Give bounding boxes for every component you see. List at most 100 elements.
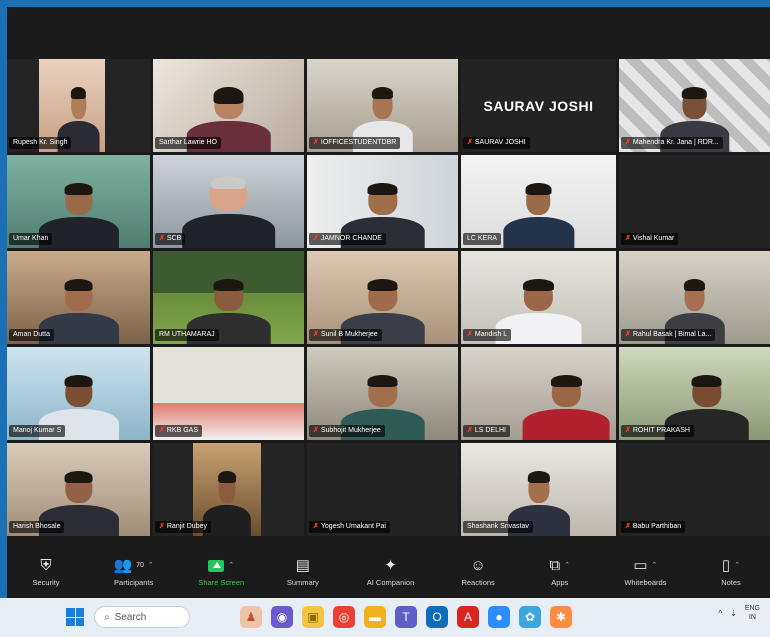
participant-name-tag: ✗ Yogesh Umakant Pai — [309, 521, 390, 533]
video-tile[interactable]: Aman Dutta — [7, 251, 150, 344]
file-explorer-icon[interactable]: ▣ — [302, 606, 324, 628]
participant-name: Sarthar Lawrie HO — [159, 139, 217, 146]
chevron-up-icon[interactable]: ⌃ — [564, 558, 570, 574]
participant-name: Sunil B Mukherjee — [320, 331, 378, 338]
video-tile[interactable]: RM UTHAMARAJ — [153, 251, 304, 344]
participants-count: 70 — [136, 562, 144, 569]
whiteboards-label: Whiteboards — [624, 578, 667, 587]
video-tile[interactable]: Shashank Srivastav — [461, 443, 616, 536]
participant-name-tag: ✗ SAURAV JOSHI — [463, 137, 530, 149]
ai-companion-button[interactable]: ✦ AI Companion — [350, 547, 432, 598]
participant-name: SCB — [166, 235, 182, 242]
share-screen-label: Share Screen — [198, 578, 245, 587]
participant-name: Harish Bhosale — [13, 523, 61, 530]
video-tile[interactable]: Manoj Kumar S — [7, 347, 150, 440]
video-tile[interactable]: ✗ JAMNOR CHANDE — [307, 155, 458, 248]
muted-mic-icon: ✗ — [313, 331, 319, 338]
video-tile[interactable]: ✗ Vishal Kumar — [619, 155, 770, 248]
summary-button[interactable]: ▤ Summary — [268, 547, 338, 598]
taskbar-pinned-apps: ♟ ◉ ▣ ◎ ▬ T O A ● ✿ ✱ — [240, 606, 572, 628]
participant-name: Mahendra Kr. Jana | RDR... — [632, 139, 719, 146]
share-screen-button[interactable]: ⌃ Share Screen — [186, 547, 256, 598]
video-tile[interactable]: ✗ RKB GAS — [153, 347, 304, 440]
participant-name-tag: Aman Dutta — [9, 329, 54, 341]
chevron-up-icon[interactable]: ^ — [718, 609, 722, 618]
participants-label: Participants — [114, 578, 154, 587]
video-tile[interactable]: ✗ Subhojit Mukherjee — [307, 347, 458, 440]
participant-name-tag: ✗ Rahul Basak | Bimal La... — [621, 329, 716, 341]
participant-name: Umar Khan — [13, 235, 49, 242]
language-code: ENG — [744, 605, 760, 612]
video-tile[interactable]: SAURAV JOSHI ✗ SAURAV JOSHI — [461, 59, 616, 152]
notes-button[interactable]: ▯ ⌃ Notes — [696, 547, 766, 598]
video-tile[interactable]: Sarthar Lawrie HO — [153, 59, 304, 152]
video-tile[interactable]: ✗ Babu Parthiban — [619, 443, 770, 536]
participant-name-tag: Rupesh Kr. Singh — [9, 137, 72, 149]
participant-name: RM UTHAMARAJ — [159, 331, 215, 338]
people-icon[interactable]: ♟ — [240, 606, 262, 628]
participant-video — [522, 373, 610, 440]
participant-name: LS DELHI — [474, 427, 506, 434]
participants-button[interactable]: 👥 70 ⌃ Participants — [93, 547, 175, 598]
muted-mic-icon: ✗ — [313, 427, 319, 434]
video-tile[interactable]: ✗ IOFFICESTUDENTDBR — [307, 59, 458, 152]
video-tile[interactable]: Harish Bhosale — [7, 443, 150, 536]
video-tile[interactable]: Umar Khan — [7, 155, 150, 248]
participant-name: JAMNOR CHANDE — [320, 235, 382, 242]
acrobat-icon[interactable]: A — [457, 606, 479, 628]
zoom-icon[interactable]: ● — [488, 606, 510, 628]
photos-icon[interactable]: ✿ — [519, 606, 541, 628]
folder-icon[interactable]: ▬ — [364, 606, 386, 628]
muted-mic-icon: ✗ — [625, 427, 631, 434]
outlook-icon[interactable]: O — [426, 606, 448, 628]
whiteboards-button[interactable]: ▭ ⌃ Whiteboards — [606, 547, 684, 598]
video-tile[interactable]: ✗ Mahendra Kr. Jana | RDR... — [619, 59, 770, 152]
participant-name: ROHIT PRAKASH — [632, 427, 690, 434]
apps-button[interactable]: ⧉ ⌃ Apps — [525, 547, 595, 598]
chevron-up-icon[interactable]: ⌃ — [228, 558, 234, 574]
teams-icon[interactable]: T — [395, 606, 417, 628]
participant-name-tag: ✗ Mahendra Kr. Jana | RDR... — [621, 137, 723, 149]
chevron-up-icon[interactable]: ⌃ — [148, 558, 154, 574]
video-tile[interactable]: ✗ LS DELHI — [461, 347, 616, 440]
language-indicator[interactable]: ENG IN — [745, 604, 760, 622]
security-button[interactable]: ⛨ Security — [11, 547, 81, 598]
video-tile[interactable]: ✗ Yogesh Umakant Pai — [307, 443, 458, 536]
video-tile-active-speaker[interactable]: LC KERA — [461, 155, 616, 248]
app-icon[interactable]: ✱ — [550, 606, 572, 628]
network-icon[interactable]: ⇣ — [730, 609, 737, 618]
video-tile[interactable]: ✗ Ranjit Dubey — [153, 443, 304, 536]
apps-label: Apps — [551, 578, 569, 587]
chat-icon[interactable]: ◉ — [271, 606, 293, 628]
notes-label: Notes — [721, 578, 741, 587]
muted-mic-icon: ✗ — [625, 331, 631, 338]
participant-name: Rupesh Kr. Singh — [13, 139, 68, 146]
taskbar-search[interactable]: ⌕ Search — [94, 606, 190, 628]
summary-icon: ▤ — [295, 557, 310, 574]
participant-name: Vishal Kumar — [632, 235, 675, 242]
participant-name-tag: ✗ JAMNOR CHANDE — [309, 233, 386, 245]
participant-name: Babu Parthiban — [632, 523, 682, 530]
participant-name: Rahul Basak | Bimal La... — [632, 331, 712, 338]
video-tile[interactable]: ✗ Sunil B Mukherjee — [307, 251, 458, 344]
windows-start-icon[interactable] — [66, 608, 84, 626]
video-tile[interactable]: ✗ ROHIT PRAKASH — [619, 347, 770, 440]
windows-taskbar: ⌕ Search ♟ ◉ ▣ ◎ ▬ T O A ● ✿ ✱ ^ ⇣ ENG I… — [0, 598, 770, 637]
video-tile[interactable]: ✗ Mandish L — [461, 251, 616, 344]
reactions-label: Reactions — [461, 578, 495, 587]
muted-mic-icon: ✗ — [159, 523, 165, 530]
notes-icon: ▯ — [721, 557, 731, 574]
video-tile[interactable]: ✗ Rahul Basak | Bimal La... — [619, 251, 770, 344]
search-placeholder: Search — [114, 611, 147, 623]
chevron-up-icon[interactable]: ⌃ — [652, 558, 658, 574]
zoom-meeting-window: Rupesh Kr. Singh Sarthar Lawrie HO ✗ IOFF… — [7, 7, 770, 598]
chrome-icon[interactable]: ◎ — [333, 606, 355, 628]
participant-name-tag: Shashank Srivastav — [463, 521, 533, 533]
video-tile[interactable]: ✗ SCB — [153, 155, 304, 248]
muted-mic-icon: ✗ — [467, 331, 473, 338]
participant-name-tag: ✗ LS DELHI — [463, 425, 510, 437]
reactions-button[interactable]: ☺ Reactions — [443, 547, 513, 598]
participant-name: LC KERA — [467, 235, 497, 242]
chevron-up-icon[interactable]: ⌃ — [734, 558, 740, 574]
video-tile[interactable]: Rupesh Kr. Singh — [7, 59, 150, 152]
